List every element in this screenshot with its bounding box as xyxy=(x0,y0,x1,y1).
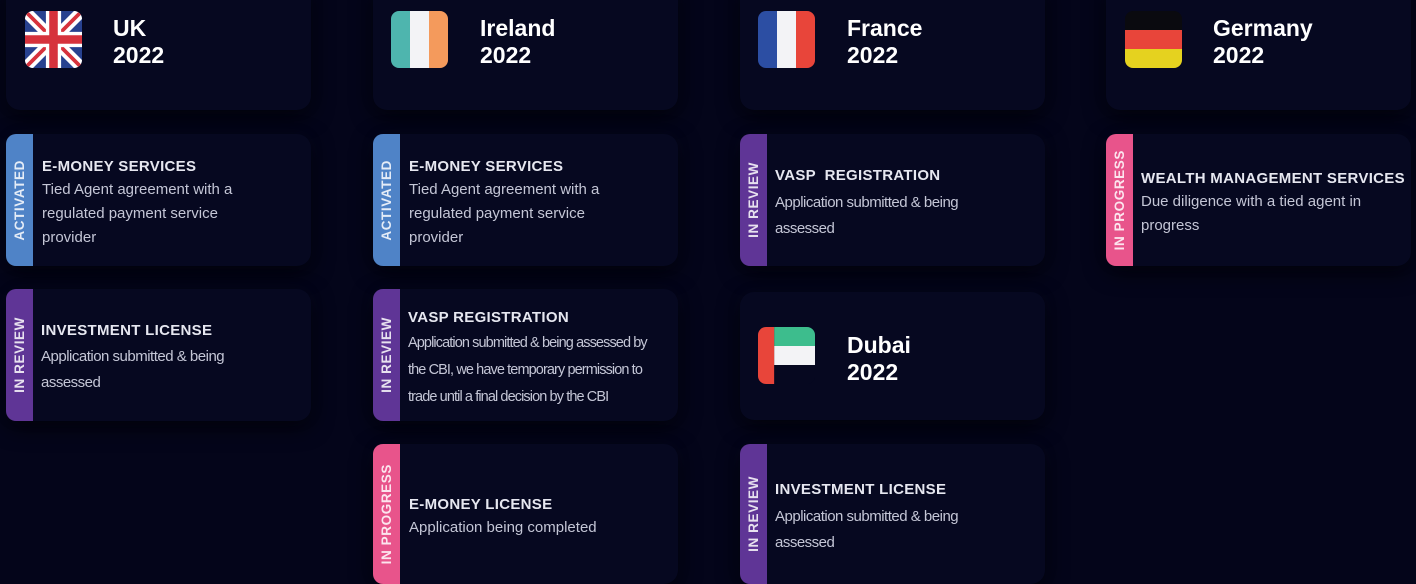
status-label: IN REVIEW xyxy=(746,476,761,552)
license-card: IN REVIEW VASP REGISTRATION Application … xyxy=(373,289,678,421)
license-title: E-MONEY LICENSE xyxy=(409,496,553,513)
license-description: Tied Agent agreement with a regulated pa… xyxy=(409,181,600,246)
license-title: E-MONEY SERVICES xyxy=(409,158,564,175)
license-description: Due diligence with a tied agent in progr… xyxy=(1141,193,1362,234)
ireland-flag-icon xyxy=(391,11,448,68)
status-label: IN REVIEW xyxy=(12,317,27,393)
country-title: UK 2022 xyxy=(113,15,165,68)
country-card-germany: Germany 2022 xyxy=(1106,0,1411,110)
license-title: VASP REGISTRATION xyxy=(408,309,569,326)
license-card: IN REVIEW INVESTMENT LICENSE Application… xyxy=(740,444,1045,584)
license-description: Application submitted & being assessed xyxy=(775,194,959,237)
license-card: IN PROGRESS E-MONEY LICENSE Application … xyxy=(373,444,678,584)
status-badge: IN REVIEW xyxy=(740,134,767,266)
license-card: IN PROGRESS WEALTH MANAGEMENT SERVICES D… xyxy=(1106,134,1411,266)
license-description: Application submitted & being assessed xyxy=(41,348,225,391)
status-badge: ACTIVATED xyxy=(6,134,33,266)
license-description: Tied Agent agreement with a regulated pa… xyxy=(42,181,233,246)
license-title: INVESTMENT LICENSE xyxy=(41,322,213,339)
country-title: France 2022 xyxy=(847,15,923,68)
country-title: Dubai 2022 xyxy=(847,332,911,385)
license-card: ACTIVATED E-MONEY SERVICES Tied Agent ag… xyxy=(6,134,311,266)
uae-flag-icon xyxy=(758,327,815,384)
license-description: Application submitted & being assessed b… xyxy=(408,335,648,405)
country-title: Ireland 2022 xyxy=(480,15,556,68)
license-description: Application being completed xyxy=(409,519,597,536)
country-title: Germany 2022 xyxy=(1213,15,1313,68)
uk-flag-icon xyxy=(25,11,82,68)
license-title: E-MONEY SERVICES xyxy=(42,158,197,175)
license-card: ACTIVATED E-MONEY SERVICES Tied Agent ag… xyxy=(373,134,678,266)
status-label: IN PROGRESS xyxy=(379,463,394,565)
license-description: Application submitted & being assessed xyxy=(775,508,959,551)
country-card-ireland: Ireland 2022 xyxy=(373,0,678,110)
status-label: IN PROGRESS xyxy=(1112,149,1127,251)
status-label: ACTIVATED xyxy=(379,159,394,241)
license-card: IN REVIEW INVESTMENT LICENSE Application… xyxy=(6,289,311,421)
license-title: VASP REGISTRATION xyxy=(775,167,941,184)
country-card-dubai: Dubai 2022 xyxy=(740,292,1045,420)
status-badge: IN PROGRESS xyxy=(373,444,400,584)
status-label: IN REVIEW xyxy=(379,317,394,393)
status-badge: IN REVIEW xyxy=(373,289,400,421)
country-card-uk: UK 2022 xyxy=(6,0,311,110)
france-flag-icon xyxy=(758,11,815,68)
status-badge: IN REVIEW xyxy=(740,444,767,584)
germany-flag-icon xyxy=(1125,11,1182,68)
status-badge: ACTIVATED xyxy=(373,134,400,266)
status-badge: IN PROGRESS xyxy=(1106,134,1133,266)
status-badge: IN REVIEW xyxy=(6,289,33,421)
status-label: ACTIVATED xyxy=(12,159,27,241)
license-title: WEALTH MANAGEMENT SERVICES xyxy=(1141,170,1405,187)
license-title: INVESTMENT LICENSE xyxy=(775,481,947,498)
country-card-france: France 2022 xyxy=(740,0,1045,110)
status-label: IN REVIEW xyxy=(746,162,761,238)
license-card: IN REVIEW VASP REGISTRATION Application … xyxy=(740,134,1045,266)
